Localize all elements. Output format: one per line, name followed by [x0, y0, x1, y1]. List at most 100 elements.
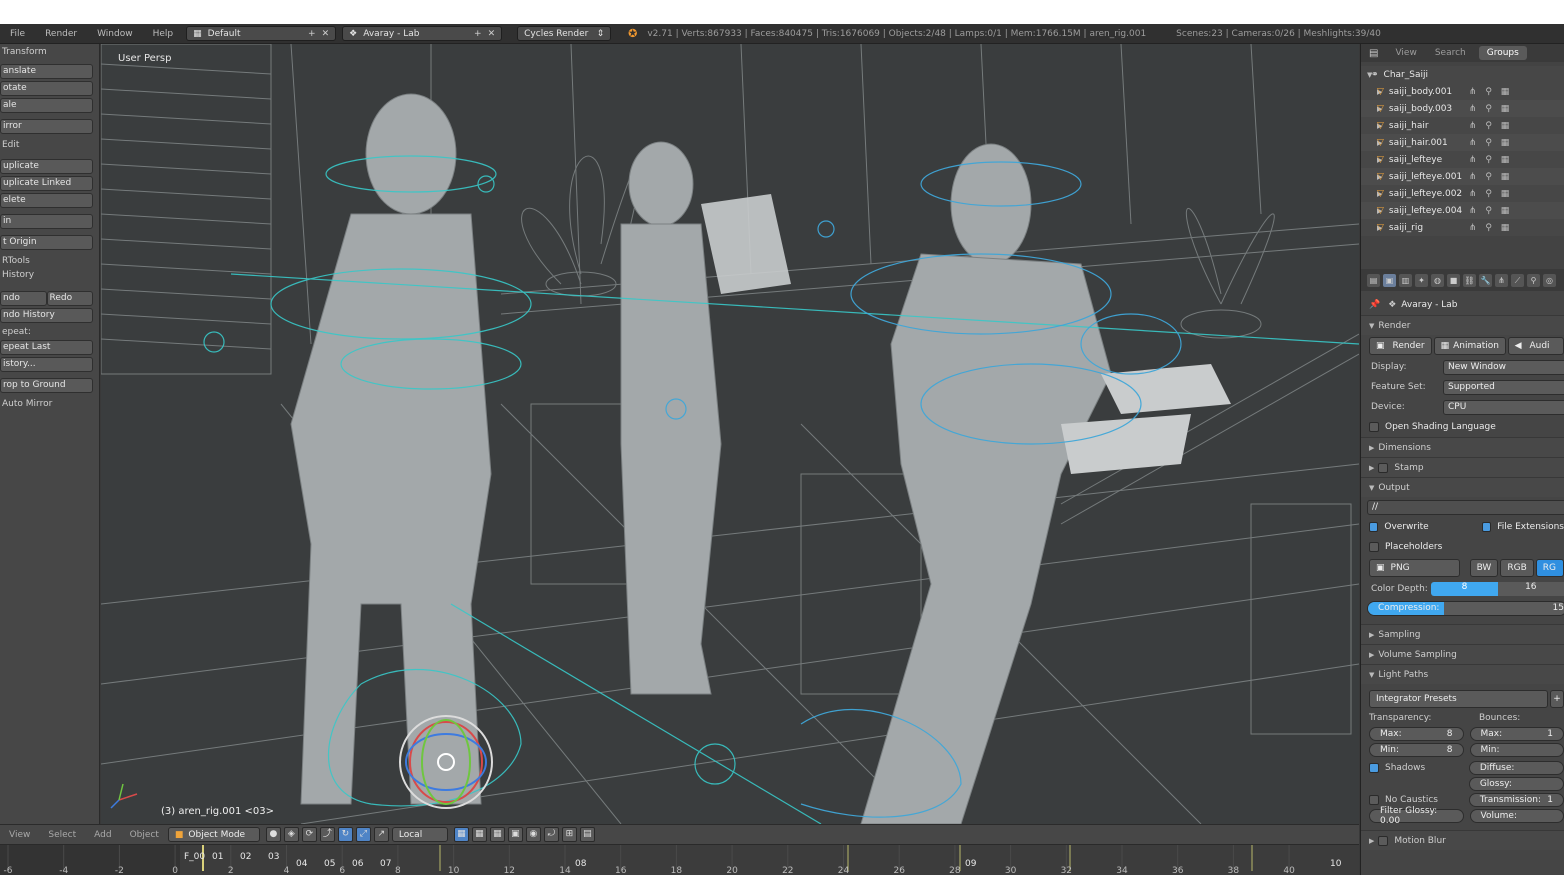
- edit-header[interactable]: Edit: [0, 134, 99, 151]
- render-tab-icon[interactable]: ▣: [1383, 273, 1396, 287]
- menu-select[interactable]: Select: [39, 830, 85, 840]
- outliner-item[interactable]: ▶ ▽ saiji_lefteye ⋔ ⚲ ▦: [1361, 151, 1564, 168]
- menu-view[interactable]: View: [0, 830, 39, 840]
- outliner-group-row[interactable]: ▼ ⚭ Char_Saiji: [1361, 66, 1564, 83]
- outliner-tab-view[interactable]: View: [1386, 48, 1425, 58]
- render-engine-select[interactable]: Cycles Render ⇕: [517, 26, 612, 41]
- overwrite-checkbox[interactable]: [1369, 522, 1379, 532]
- osl-checkbox[interactable]: [1369, 422, 1379, 432]
- timeline-marker[interactable]: 01: [212, 852, 223, 862]
- collapse-triangle-icon[interactable]: ▼: [1361, 71, 1372, 79]
- expand-triangle-icon[interactable]: ▶: [1361, 190, 1382, 198]
- join-button[interactable]: in: [0, 214, 93, 229]
- modifiers-tab-icon[interactable]: 🔧: [1479, 273, 1492, 287]
- transform-header[interactable]: Transform: [0, 44, 99, 60]
- pivot-icon[interactable]: ◈: [283, 827, 299, 842]
- undo-button[interactable]: ndo: [0, 291, 47, 306]
- snap-icon[interactable]: ⤾: [543, 827, 559, 842]
- render-preview-icon[interactable]: ▤: [579, 827, 595, 842]
- shadows-toggle[interactable]: Shadows: [1369, 763, 1463, 773]
- auto-mirror-header[interactable]: Auto Mirror: [0, 393, 99, 410]
- transparency-min-field[interactable]: Min: 8: [1369, 743, 1464, 757]
- expand-triangle-icon[interactable]: ▶: [1361, 122, 1382, 130]
- menu-help[interactable]: Help: [143, 29, 184, 39]
- bounces-min-field[interactable]: Min:: [1469, 743, 1564, 757]
- lock-camera-icon[interactable]: ▣: [507, 827, 523, 842]
- expand-triangle-icon[interactable]: ▶: [1361, 88, 1382, 96]
- expand-triangle-icon[interactable]: ▶: [1361, 105, 1382, 113]
- add-preset-icon[interactable]: +: [1550, 690, 1564, 708]
- bone-constraints-tab-icon[interactable]: ⚲: [1527, 273, 1540, 287]
- stamp-panel-header[interactable]: ▶ Stamp: [1361, 457, 1564, 477]
- integrator-presets-select[interactable]: Integrator Presets: [1369, 690, 1549, 708]
- motion-blur-panel-header[interactable]: ▶ Motion Blur: [1361, 830, 1564, 850]
- proportional-edit-icon[interactable]: ◉: [525, 827, 541, 842]
- menu-file[interactable]: File: [0, 29, 35, 39]
- manipulator-icon[interactable]: ⟳: [301, 827, 317, 842]
- world-tab-icon[interactable]: ◍: [1431, 273, 1444, 287]
- expand-triangle-icon[interactable]: ▶: [1361, 139, 1382, 147]
- menu-window[interactable]: Window: [87, 29, 143, 39]
- expand-triangle-icon[interactable]: ▶: [1361, 173, 1382, 181]
- editor-type-icon[interactable]: ▤: [1367, 273, 1380, 287]
- sampling-panel-header[interactable]: ▶ Sampling: [1361, 624, 1564, 644]
- timeline-marker[interactable]: 05: [324, 859, 335, 869]
- placeholders-row[interactable]: Placeholders: [1361, 537, 1564, 557]
- menu-render[interactable]: Render: [35, 29, 87, 39]
- layer-grid-icon[interactable]: ▦: [453, 827, 469, 842]
- menu-add[interactable]: Add: [85, 830, 120, 840]
- transmission-field[interactable]: Transmission: 1: [1468, 793, 1564, 807]
- rgb-button[interactable]: RGB: [1500, 559, 1534, 577]
- filter-glossy-field[interactable]: Filter Glossy: 0.00: [1369, 806, 1464, 826]
- outliner-item[interactable]: ▶ ▽ saiji_lefteye.002 ⋔ ⚲ ▦: [1361, 185, 1564, 202]
- rtools-header[interactable]: RTools: [0, 250, 99, 267]
- drop-to-ground-button[interactable]: rop to Ground: [0, 378, 93, 393]
- delete-button[interactable]: elete: [0, 193, 93, 208]
- transform-orientation-select[interactable]: Local: [391, 827, 448, 842]
- translate-button[interactable]: anslate: [0, 64, 93, 79]
- scene-tab-icon[interactable]: ✦: [1415, 273, 1428, 287]
- add-icon[interactable]: +: [474, 29, 482, 39]
- timeline-marker[interactable]: F_00: [184, 852, 205, 862]
- bounces-max-field[interactable]: Max: 1: [1469, 727, 1564, 741]
- pin-icon[interactable]: 📌: [1369, 300, 1380, 310]
- scale-button[interactable]: ale: [0, 98, 93, 113]
- placeholders-checkbox[interactable]: [1369, 542, 1379, 552]
- close-icon[interactable]: ✕: [488, 29, 496, 39]
- duplicate-linked-button[interactable]: uplicate Linked: [0, 176, 93, 191]
- object-tab-icon[interactable]: ■: [1447, 273, 1460, 287]
- redo-button[interactable]: Redo: [46, 291, 93, 306]
- outliner-tab-groups[interactable]: Groups: [1478, 46, 1527, 60]
- mode-select[interactable]: ■ Object Mode: [167, 827, 260, 842]
- scale-gizmo-icon[interactable]: ↗: [373, 827, 389, 842]
- osl-checkbox-row[interactable]: Open Shading Language: [1361, 417, 1564, 437]
- layer-grid-icon[interactable]: ▦: [471, 827, 487, 842]
- light-paths-panel-header[interactable]: ▼ Light Paths: [1361, 664, 1564, 684]
- scene-selector[interactable]: ❖ Avaray - Lab + ✕: [342, 26, 503, 41]
- dimensions-panel-header[interactable]: ▶ Dimensions: [1361, 437, 1564, 457]
- undo-history-button[interactable]: ndo History: [0, 308, 93, 323]
- physics-tab-icon[interactable]: ◎: [1543, 273, 1556, 287]
- timeline-marker[interactable]: 07: [380, 859, 391, 869]
- render-layers-tab-icon[interactable]: ▥: [1399, 273, 1412, 287]
- render-button[interactable]: ▣ Render: [1369, 337, 1432, 355]
- screen-layout-selector[interactable]: ▦ Default + ✕: [186, 26, 337, 41]
- file-format-select[interactable]: ▣ PNG: [1369, 559, 1460, 577]
- timeline-marker[interactable]: 10: [1330, 859, 1342, 869]
- bone-tab-icon[interactable]: ⟋: [1511, 273, 1524, 287]
- shading-sphere-icon[interactable]: ●: [265, 827, 281, 842]
- layer-grid-icon[interactable]: ▦: [489, 827, 505, 842]
- timeline[interactable]: -6 -4 -2 0 2 4 6 8 10 12 14 16 18 20 22 24 26 28 30 32 34 36 3…: [0, 844, 1359, 875]
- timeline-marker[interactable]: 06: [352, 859, 364, 869]
- outliner-item[interactable]: ▶ ▽ saiji_rig ⋔ ⚲ ▦: [1361, 219, 1564, 236]
- timeline-marker[interactable]: 03: [268, 852, 279, 862]
- output-panel-header[interactable]: ▼ Output: [1361, 477, 1564, 497]
- file-extensions-checkbox[interactable]: [1481, 522, 1492, 532]
- render-panel-header[interactable]: ▼ Render: [1361, 315, 1564, 335]
- feature-set-select[interactable]: Supported: [1443, 379, 1564, 395]
- timeline-marker[interactable]: 08: [575, 859, 587, 869]
- output-path-input[interactable]: //: [1367, 499, 1564, 515]
- snap-target-icon[interactable]: ⊞: [561, 827, 577, 842]
- rotate-button[interactable]: otate: [0, 81, 93, 96]
- outliner-item[interactable]: ▶ ▽ saiji_body.001 ⋔ ⚲ ▦: [1361, 83, 1564, 100]
